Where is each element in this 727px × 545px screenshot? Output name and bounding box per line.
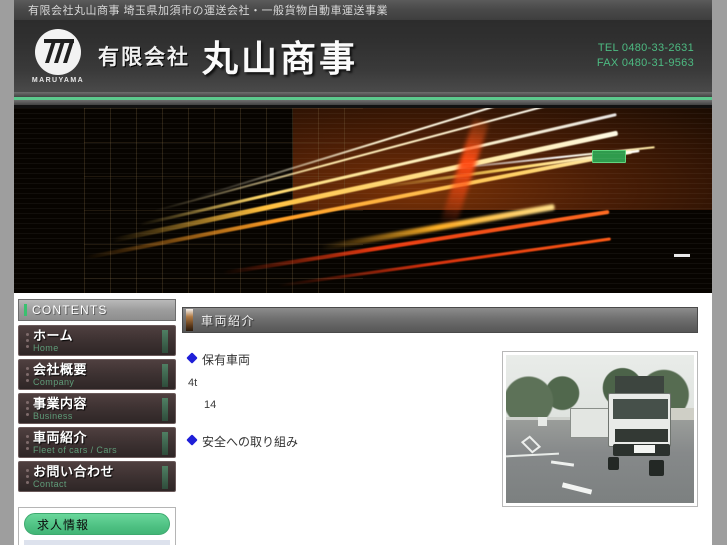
hero-dash-marker [674, 254, 690, 257]
photo-truck-grill [615, 429, 668, 443]
page-title: 車両紹介 [201, 313, 256, 328]
sidebar-item-label-en: Company [33, 376, 75, 387]
site-description: 有限会社丸山商事 埼玉県加須市の運送会社・一般貨物自動車運送事業 [28, 5, 389, 17]
bullet-dots-icon [21, 401, 33, 416]
logo-romaji: MARUYAMA [31, 76, 85, 84]
photo-truck-wheel [648, 460, 664, 477]
promo-subtext-placeholder [24, 540, 170, 545]
truck-photo-frame [502, 351, 698, 507]
top-utility-bar: 有限会社丸山商事 埼玉県加須市の運送会社・一般貨物自動車運送事業 [14, 0, 712, 20]
logo-mark: MARUYAMA [30, 28, 86, 84]
photo-truck-license-plate [633, 445, 655, 453]
company-prefix: 有限会社 [98, 46, 190, 69]
page-root: 有限会社丸山商事 埼玉県加須市の運送会社・一般貨物自動車運送事業 MARUYAM… [14, 0, 712, 545]
tel-number: TEL 0480-33-2631 [597, 42, 694, 55]
sidebar-item-label-ja: お問い合わせ [33, 463, 115, 479]
hero-banner [14, 108, 712, 293]
sidebar-header-accent [24, 304, 27, 316]
sidebar-header: CONTENTS [18, 299, 176, 321]
sidebar-item-accent [162, 432, 168, 455]
sidebar-item-home[interactable]: ホーム Home [18, 325, 176, 356]
diamond-bullet-icon [186, 352, 198, 364]
sidebar-item-label-en: Business [33, 410, 73, 421]
truck-photo [506, 355, 694, 503]
spec-value-main: 4t [188, 377, 198, 389]
sidebar-item-accent [162, 466, 168, 489]
maruyama-logo-icon [35, 28, 81, 75]
logo-block[interactable]: MARUYAMA 有限会社 丸山商事 [14, 28, 359, 84]
sidebar-item-label-ja: 事業内容 [33, 395, 88, 411]
site-header: MARUYAMA 有限会社 丸山商事 TEL 0480-33-2631 FAX … [14, 20, 712, 92]
bullet-dots-icon [21, 333, 33, 348]
main-content: 車両紹介 保有車両 4t 14 安全への取り組み [176, 293, 712, 545]
sidebar-item-label-ja: ホーム [33, 327, 74, 343]
highway-sign-icon [592, 150, 626, 163]
contact-info: TEL 0480-33-2631 FAX 0480-31-9563 [597, 41, 694, 71]
sidebar-item-label-en: Home [33, 342, 59, 353]
sidebar-item-contact[interactable]: お問い合わせ Contact [18, 461, 176, 492]
list-item-label: 保有車両 [202, 353, 251, 367]
sidebar-item-label-en: Contact [33, 478, 67, 489]
content-text-column: 保有車両 4t 14 安全への取り組み [182, 351, 502, 507]
sidebar-item-business[interactable]: 事業内容 Business [18, 393, 176, 424]
sidebar-item-fleet[interactable]: 車両紹介 Fleet of cars / Cars [18, 427, 176, 458]
recruit-button-label: 求人情報 [37, 517, 90, 532]
sidebar-promo-box: 求人情報 [18, 507, 176, 545]
bullet-dots-icon [21, 367, 33, 382]
photo-truck-wheel [607, 457, 619, 471]
heading-accent-icon [186, 309, 193, 331]
sidebar: CONTENTS ホーム Home 会社概要 Company 事業内容 Busi… [14, 293, 176, 545]
photo-truck-roof [615, 375, 664, 395]
photo-truck-windshield [613, 399, 668, 419]
content-heading-bar: 車両紹介 [182, 307, 698, 333]
sidebar-header-label: CONTENTS [32, 303, 108, 317]
list-item: 保有車両 [186, 351, 502, 369]
sidebar-item-company[interactable]: 会社概要 Company [18, 359, 176, 390]
spec-value-count: 14 [204, 399, 217, 411]
page-body: CONTENTS ホーム Home 会社概要 Company 事業内容 Busi… [14, 293, 712, 545]
bullet-dots-icon [21, 469, 33, 484]
sidebar-item-accent [162, 398, 168, 421]
diamond-bullet-icon [186, 434, 198, 446]
company-name: 丸山商事 [202, 38, 359, 79]
photo-distant-vehicle [537, 417, 548, 427]
recruit-button[interactable]: 求人情報 [24, 513, 170, 535]
hero-grid-overlay [83, 108, 363, 293]
sidebar-item-accent [162, 364, 168, 387]
list-item: 安全への取り組み [186, 433, 502, 451]
content-body: 保有車両 4t 14 安全への取り組み [182, 333, 698, 507]
list-item-label: 安全への取り組み [202, 435, 299, 449]
bullet-dots-icon [21, 435, 33, 450]
sidebar-item-accent [162, 330, 168, 353]
sidebar-item-label-en: Fleet of cars / Cars [33, 444, 118, 455]
fax-number: FAX 0480-31-9563 [596, 57, 694, 69]
sidebar-item-label-ja: 車両紹介 [33, 429, 88, 445]
sidebar-item-label-ja: 会社概要 [33, 361, 88, 377]
